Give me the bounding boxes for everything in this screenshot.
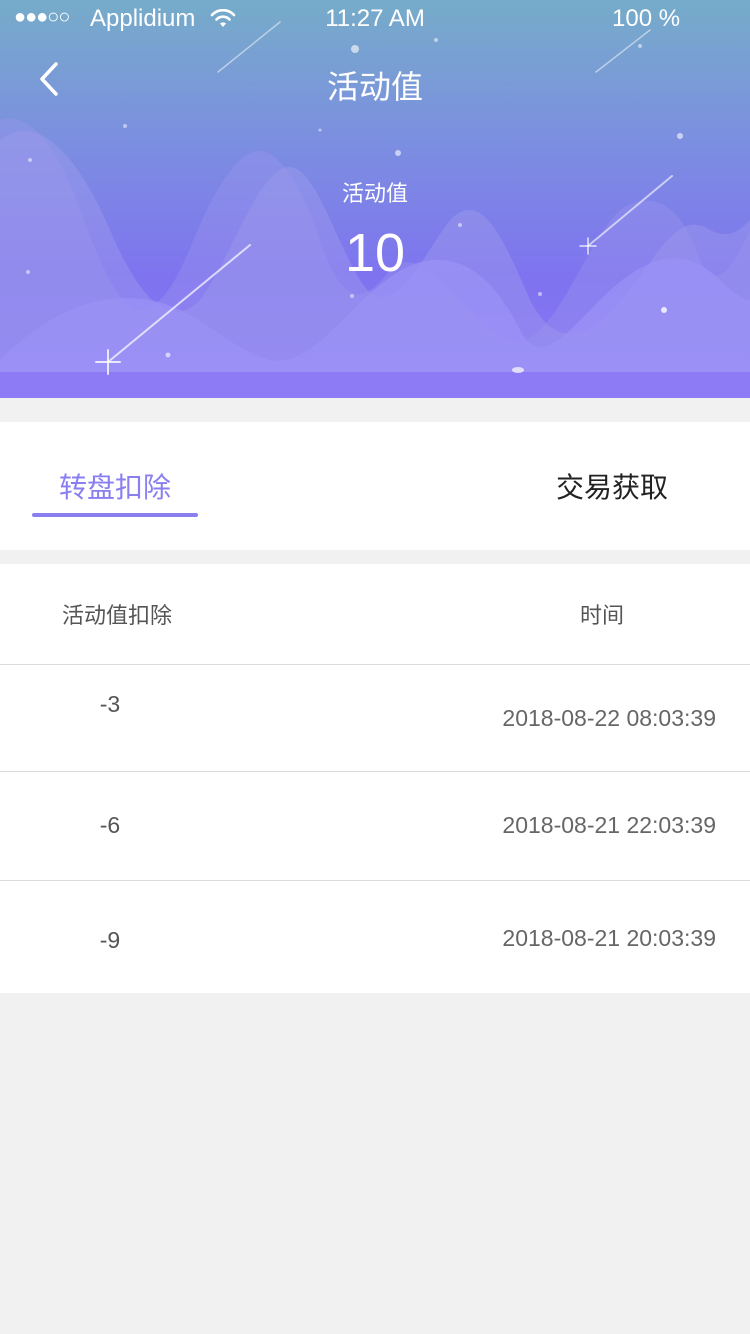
tab-bar: 转盘扣除 交易获取 bbox=[0, 422, 750, 550]
row-amount: -9 bbox=[99, 927, 121, 953]
table-row: -6 2018-08-21 22:03:39 bbox=[0, 771, 750, 880]
row-amount: -6 bbox=[99, 812, 121, 838]
row-time: 2018-08-21 22:03:39 bbox=[502, 812, 716, 838]
battery-level: 100 % bbox=[612, 5, 681, 32]
column-header-time: 时间 bbox=[580, 604, 625, 629]
activity-value-label: 活动值 bbox=[341, 182, 408, 207]
active-tab-indicator bbox=[32, 513, 198, 517]
hero-header: ●●●○○ Applidium 11:27 AM 100 % 活动值 活动值 1… bbox=[0, 0, 750, 398]
table-row: -9 2018-08-21 20:03:39 bbox=[0, 880, 750, 994]
row-time: 2018-08-21 20:03:39 bbox=[502, 925, 716, 951]
column-header-amount: 活动值扣除 bbox=[62, 604, 173, 629]
table-row: -3 2018-08-22 08:03:39 bbox=[0, 664, 750, 772]
records-table: 活动值扣除 时间 -3 2018-08-22 08:03:39 -6 2018-… bbox=[0, 564, 750, 993]
page-title: 活动值 bbox=[326, 68, 423, 106]
tab-spin-deduction[interactable]: 转盘扣除 bbox=[32, 466, 198, 506]
status-bar: ●●●○○ Applidium 11:27 AM 100 % bbox=[0, 0, 750, 40]
row-amount: -3 bbox=[99, 691, 121, 717]
row-time: 2018-08-22 08:03:39 bbox=[502, 705, 716, 731]
tab-trade-earned[interactable]: 交易获取 bbox=[540, 466, 684, 506]
activity-value-number: 10 bbox=[344, 223, 406, 283]
